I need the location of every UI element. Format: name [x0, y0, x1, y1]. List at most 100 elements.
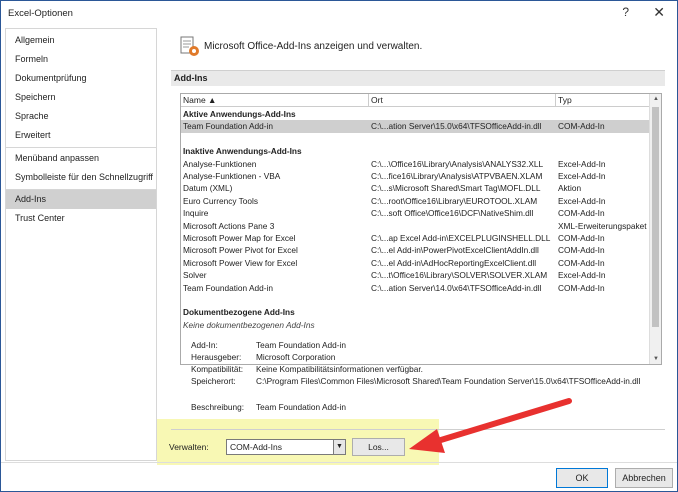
scroll-thumb[interactable] [652, 107, 659, 327]
cell-type: COM-Add-In [558, 121, 605, 132]
list-group-header: Dokumentbezogene Add-Ins [181, 306, 649, 318]
detail-publisher-label: Herausgeber: [191, 352, 242, 362]
cell-name: Microsoft Power Pivot for Excel [183, 245, 298, 256]
cell-location: C:\...s\Microsoft Shared\Smart Tag\MOFL.… [371, 183, 541, 194]
list-scrollbar[interactable]: ▲ ▼ [649, 94, 661, 364]
go-button[interactable]: Los... [352, 438, 405, 456]
cell-name: Dokumentbezogene Add-Ins [183, 307, 295, 318]
list-item[interactable]: Inquire C:\...soft Office\Office16\DCF\Na… [181, 207, 649, 219]
cell-location: C:\...ation Server\14.0\x64\TFSOfficeAdd… [371, 282, 542, 293]
cell-type: COM-Add-In [558, 257, 605, 268]
page-title: Microsoft Office-Add-Ins anzeigen und ve… [204, 41, 423, 52]
cell-location: C:\...t\Office16\Library\SOLVER\SOLVER.X… [371, 270, 548, 281]
footer-divider [1, 462, 677, 463]
cell-location: C:\...root\Office16\Library\EUROTOOL.XLA… [371, 195, 538, 206]
list-item[interactable]: Euro Currency Tools C:\...root\Office16\L… [181, 195, 649, 207]
cell-name: Analyse-Funktionen [183, 158, 257, 169]
column-header-name[interactable]: Name ▲ [181, 94, 369, 107]
red-arrow-annotation [409, 398, 572, 453]
cell-name: Microsoft Power View for Excel [183, 257, 298, 268]
cell-name: Aktive Anwendungs-Add-Ins [183, 109, 296, 119]
cell-location: C:\...fice16\Library\Analysis\ATPVBAEN.X… [371, 171, 543, 181]
list-item[interactable]: Solver C:\...t\Office16\Library\SOLVER\SO… [181, 269, 649, 281]
addins-list[interactable]: Name ▲ Ort Typ Aktive Anwendungs-Add-Ins… [180, 93, 662, 365]
cell-name: Inquire [183, 208, 209, 219]
cell-location: C:\...soft Office\Office16\DCF\NativeShi… [371, 208, 534, 219]
cell-type: Aktion [558, 183, 582, 194]
ok-button[interactable]: OK [556, 468, 608, 488]
sidebar-divider [6, 147, 156, 148]
sidebar-item-schnellzugriff[interactable]: Symbolleiste für den Schnellzugriff [6, 168, 156, 187]
cell-location: C:\...ap Excel Add-in\EXCELPLUGINSHELL.D… [371, 233, 551, 243]
list-item[interactable]: Datum (XML) C:\...s\Microsoft Shared\Smar… [181, 182, 649, 194]
detail-location-value: C:\Program Files\Common Files\Microsoft … [256, 376, 641, 386]
cell-name: Euro Currency Tools [183, 195, 259, 206]
cell-type: COM-Add-In [558, 233, 605, 243]
scroll-up-icon[interactable]: ▲ [652, 96, 660, 102]
column-header-ort[interactable]: Ort [369, 94, 556, 107]
cell-type: Excel-Add-In [558, 195, 606, 206]
detail-description-value: Team Foundation Add-in [256, 402, 346, 412]
window-title: Excel-Optionen [8, 8, 73, 19]
list-item[interactable]: Microsoft Power Map for Excel C:\...ap Ex… [181, 232, 649, 244]
sidebar-item-erweitert[interactable]: Erweitert [6, 126, 156, 145]
detail-addin-label: Add-In: [191, 340, 218, 350]
cell-name: Solver [183, 270, 207, 281]
scroll-down-icon[interactable]: ▼ [652, 356, 660, 362]
detail-addin-value: Team Foundation Add-in [256, 340, 346, 350]
list-item[interactable]: Analyse-Funktionen - VBA C:\...fice16\Lib… [181, 170, 649, 182]
sidebar-item-trust-center[interactable]: Trust Center [6, 209, 156, 228]
list-item [181, 294, 649, 306]
cell-location: C:\...el Add-in\PowerPivotExcelClientAdd… [371, 245, 539, 256]
manage-select[interactable]: COM-Add-Ins ▼ [226, 439, 346, 455]
list-item[interactable]: Team Foundation Add-in C:\...ation Server… [181, 120, 649, 133]
cell-name: Analyse-Funktionen - VBA [183, 171, 281, 181]
chevron-down-icon[interactable]: ▼ [333, 440, 345, 454]
cell-type: COM-Add-In [558, 208, 605, 219]
list-item[interactable]: Microsoft Actions Pane 3 XML-Erweiterungs… [181, 220, 649, 232]
titlebar: Excel-Optionen ? ✕ [1, 1, 677, 27]
sidebar-item-menueband[interactable]: Menüband anpassen [6, 149, 156, 168]
cell-type: COM-Add-In [558, 282, 605, 293]
cell-name: Inaktive Anwendungs-Add-Ins [183, 146, 302, 157]
close-button[interactable]: ✕ [653, 4, 665, 21]
cell-type: Excel-Add-In [558, 171, 606, 181]
cell-type: COM-Add-In [558, 245, 605, 256]
sidebar-item-speichern[interactable]: Speichern [6, 88, 156, 107]
cell-type: Excel-Add-In [558, 158, 606, 169]
list-group-header: Aktive Anwendungs-Add-Ins [181, 108, 649, 120]
detail-compat-value: Keine Kompatibilitätsinformationen verfü… [256, 364, 423, 374]
excel-options-dialog: Excel-Optionen ? ✕ Allgemein Formeln Dok… [0, 0, 678, 492]
cell-name: Keine dokumentbezogenen Add-Ins [183, 319, 315, 330]
sidebar-item-formeln[interactable]: Formeln [6, 50, 156, 69]
detail-description-label: Beschreibung: [191, 402, 245, 412]
cell-name: Team Foundation Add-in [183, 282, 273, 293]
cell-type: Excel-Add-In [558, 270, 606, 281]
sidebar-item-allgemein[interactable]: Allgemein [6, 31, 156, 50]
detail-compat-label: Kompatibilität: [191, 364, 244, 374]
list-item[interactable]: Analyse-Funktionen C:\...\Office16\Librar… [181, 158, 649, 170]
column-header-typ[interactable]: Typ [556, 94, 649, 107]
list-item [181, 133, 649, 145]
list-item: Keine dokumentbezogenen Add-Ins [181, 319, 649, 331]
cancel-button[interactable]: Abbrechen [615, 468, 673, 488]
cell-location: C:\...ation Server\15.0\x64\TFSOfficeAdd… [371, 121, 542, 132]
sidebar: Allgemein Formeln Dokumentprüfung Speich… [5, 28, 157, 461]
manage-select-value: COM-Add-Ins [230, 442, 282, 452]
list-group-header: Inaktive Anwendungs-Add-Ins [181, 145, 649, 157]
list-item[interactable]: Team Foundation Add-in C:\...ation Server… [181, 282, 649, 294]
sidebar-item-dokumentpruefung[interactable]: Dokumentprüfung [6, 69, 156, 88]
cell-name: Datum (XML) [183, 183, 233, 194]
list-item[interactable]: Microsoft Power Pivot for Excel C:\...el … [181, 244, 649, 256]
sidebar-item-sprache[interactable]: Sprache [6, 107, 156, 126]
list-header: Name ▲ Ort Typ [181, 94, 649, 107]
cell-name: Team Foundation Add-in [183, 121, 273, 132]
addin-gear-icon [180, 36, 199, 56]
cell-type: XML-Erweiterungspaket [558, 220, 647, 231]
cell-location: C:\...el Add-in\AdHocReportingExcelClien… [371, 257, 537, 268]
sidebar-item-add-ins[interactable]: Add-Ins [6, 190, 156, 209]
list-item[interactable]: Microsoft Power View for Excel C:\...el A… [181, 257, 649, 269]
detail-location-label: Speicherort: [191, 376, 236, 386]
manage-label: Verwalten: [169, 442, 209, 452]
help-button[interactable]: ? [622, 5, 629, 19]
